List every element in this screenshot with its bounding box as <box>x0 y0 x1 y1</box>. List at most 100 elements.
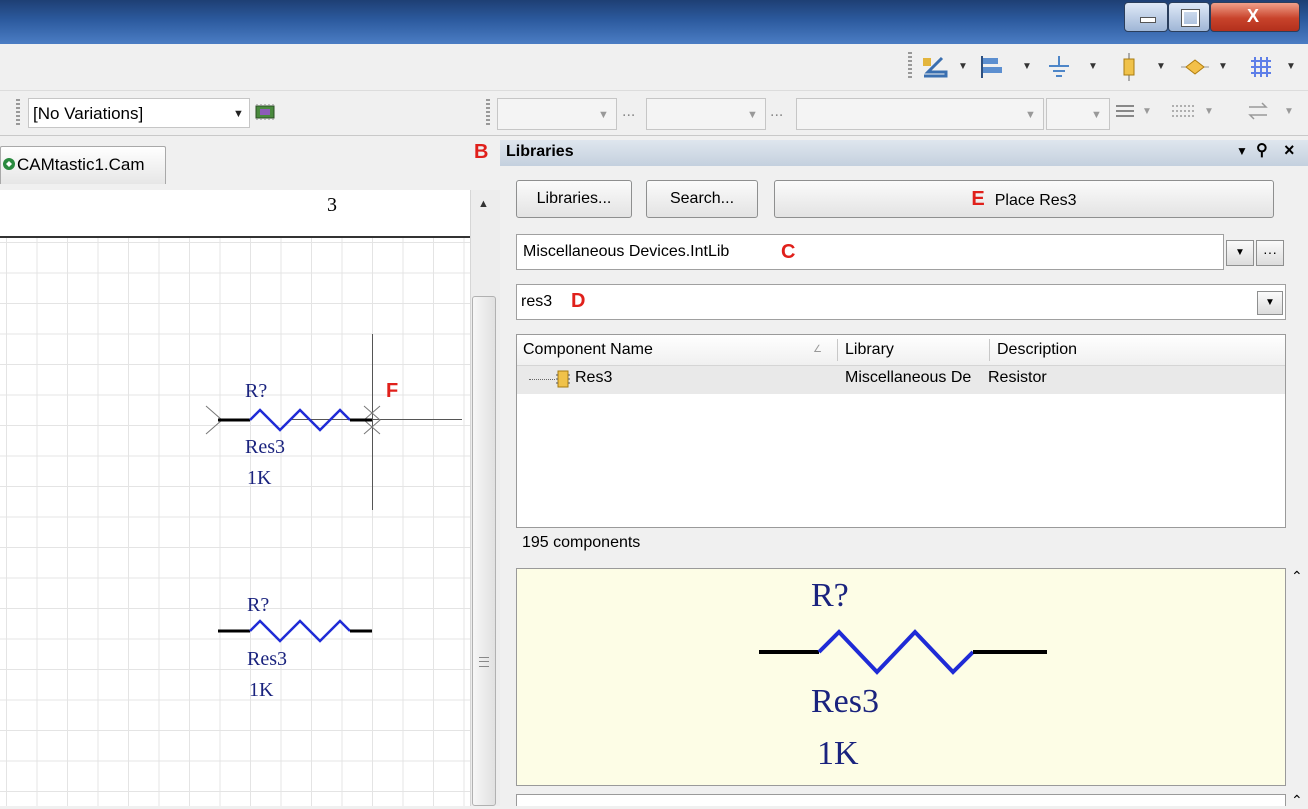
sheet-ruler: 3 <box>0 190 470 238</box>
resistor-value: 1K <box>247 467 272 489</box>
wire-tool-icon <box>923 56 948 78</box>
line-style-dropdown[interactable]: ▼ <box>1204 100 1214 124</box>
grid-dropdown[interactable]: ▼ <box>1286 55 1296 79</box>
align-icon <box>981 56 1002 78</box>
align-dropdown[interactable]: ▼ <box>1022 55 1032 79</box>
variations-select[interactable]: [No Variations] ▼ <box>28 98 250 128</box>
resistor-comment: Res3 <box>245 436 285 458</box>
library-select-dropdown[interactable]: ▼ <box>1226 240 1254 266</box>
line-width-icon <box>1116 105 1134 117</box>
toolbar-grip[interactable] <box>16 99 20 127</box>
chevron-down-icon: ▼ <box>1265 297 1275 308</box>
component-preview: R? Res3 1K <box>516 568 1286 786</box>
column-header-library[interactable]: Library <box>845 341 894 359</box>
resistor-comment: Res3 <box>247 648 287 670</box>
line-width-dropdown[interactable]: ▼ <box>1142 100 1152 124</box>
arrow-style-dropdown[interactable]: ▼ <box>1284 100 1294 124</box>
annotation-f: F <box>386 380 399 402</box>
annotation-d: D <box>571 290 586 312</box>
more-options-icon: ··· <box>1263 244 1277 260</box>
preview-scroll-up-icon[interactable]: ⌃ <box>1291 568 1303 585</box>
part-dropdown[interactable]: ▼ <box>1156 55 1166 79</box>
ground-icon <box>1049 56 1069 77</box>
chevron-down-icon: ▼ <box>598 109 609 121</box>
resistor-symbol-upper[interactable] <box>200 400 390 440</box>
close-icon: X <box>1247 6 1260 26</box>
filter-combo-2[interactable]: ▼ <box>646 98 766 130</box>
panel-close-icon[interactable]: × <box>1284 140 1295 161</box>
toolbar-grip[interactable] <box>908 52 912 80</box>
ground-button[interactable] <box>1046 54 1072 80</box>
panel-menu-chevron-icon[interactable]: ▼ <box>1236 144 1248 158</box>
scroll-up-icon[interactable]: ▲ <box>478 198 489 210</box>
toolbar-grip[interactable] <box>486 99 490 127</box>
place-button-label: Place Res3 <box>994 192 1077 209</box>
title-bar <box>0 0 1308 44</box>
minimize-button[interactable] <box>1124 2 1168 32</box>
resistor-value: 1K <box>249 679 274 701</box>
library-select[interactable]: Miscellaneous Devices.IntLib C <box>516 234 1224 270</box>
wire-tool-dropdown[interactable]: ▼ <box>958 55 968 79</box>
chevron-down-icon: ▼ <box>1235 247 1245 258</box>
ground-dropdown[interactable]: ▼ <box>1088 55 1098 79</box>
column-header-description[interactable]: Description <box>997 341 1077 359</box>
column-separator[interactable] <box>837 339 838 361</box>
wire-tool-button[interactable] <box>920 54 950 80</box>
preview-resistor-symbol <box>759 629 1047 675</box>
filter-dropdown[interactable]: ▼ <box>1257 291 1283 315</box>
tab-camtastic1[interactable]: CAMtastic1.Cam <box>0 146 166 184</box>
schematic-sheet[interactable]: R? Res3 1K F R? Res3 1K <box>0 238 470 806</box>
scrollbar-thumb[interactable] <box>472 296 496 806</box>
preview-value: 1K <box>817 735 859 772</box>
arrow-style-button[interactable] <box>1246 99 1270 123</box>
pcb-chip-icon <box>255 104 275 120</box>
line-width-button[interactable] <box>1114 99 1136 123</box>
panel-title: Libraries <box>506 143 574 160</box>
library-component-icon <box>555 370 571 388</box>
annotation-b: B <box>474 141 489 163</box>
filter-combo-1[interactable]: ▼ <box>497 98 617 130</box>
pin-icon[interactable]: ⚲ <box>1256 140 1268 160</box>
place-component-button[interactable]: E Place Res3 <box>774 180 1274 218</box>
toolbar-bottom: [No Variations] ▼ ▼ ... ▼ ... ▼ ▼ ▼ ▼ ▼ <box>0 91 1308 136</box>
part-icon <box>1123 53 1135 81</box>
filter-combo-3[interactable]: ▼ <box>796 98 1044 130</box>
tree-line <box>529 379 555 381</box>
ruler-zone-label: 3 <box>327 194 337 216</box>
libraries-button[interactable]: Libraries... <box>516 180 632 218</box>
line-style-button[interactable] <box>1170 99 1196 123</box>
resistor-designator: R? <box>247 594 270 616</box>
models-list-header <box>516 794 1286 806</box>
component-count: 195 components <box>522 534 641 551</box>
column-header-component-name[interactable]: Component Name <box>523 341 653 359</box>
grid-button[interactable] <box>1248 54 1274 80</box>
chevron-down-icon: ▼ <box>1025 109 1036 121</box>
align-button[interactable] <box>978 54 1006 80</box>
part-button[interactable] <box>1118 52 1140 82</box>
component-filter-input[interactable]: res3 D ▼ <box>516 284 1286 320</box>
table-row[interactable]: Res3 Miscellaneous De Resistor <box>517 366 1285 394</box>
annotation-e: E <box>971 188 985 210</box>
cam-file-icon <box>3 157 15 171</box>
port-button[interactable] <box>1180 54 1210 80</box>
library-select-value: Miscellaneous Devices.IntLib <box>523 243 730 260</box>
preview-comment: Res3 <box>811 683 879 720</box>
search-button[interactable]: Search... <box>646 180 758 218</box>
resistor-symbol-lower[interactable] <box>210 616 380 646</box>
maximize-button[interactable] <box>1168 2 1210 32</box>
filter-combo-4[interactable]: ▼ <box>1046 98 1110 130</box>
arrows-icon <box>1248 102 1268 120</box>
close-button[interactable]: X <box>1210 2 1300 32</box>
toolbar-top: ▼ ▼ ▼ ▼ ▼ ▼ <box>0 44 1308 91</box>
column-separator[interactable] <box>989 339 990 361</box>
grip-line <box>479 661 489 662</box>
pcb-button[interactable] <box>254 103 276 121</box>
chevron-down-icon: ▼ <box>233 108 244 120</box>
cell-component-name: Res3 <box>575 369 613 386</box>
maximize-icon <box>1181 9 1200 27</box>
port-dropdown[interactable]: ▼ <box>1218 55 1228 79</box>
minimize-icon <box>1140 17 1156 23</box>
library-options-button[interactable]: ··· <box>1256 240 1284 266</box>
models-scroll-up-icon[interactable]: ⌃ <box>1291 792 1303 809</box>
libraries-panel-header: Libraries ▼ ⚲ × <box>500 140 1308 166</box>
